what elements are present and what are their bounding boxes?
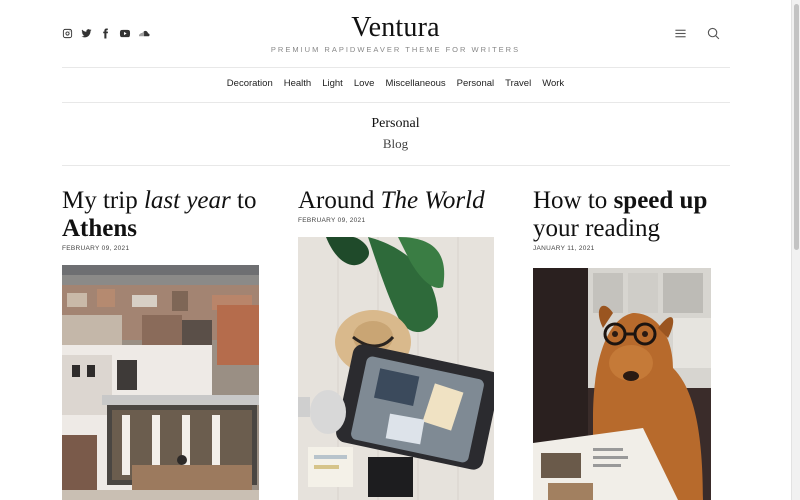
header-divider	[62, 67, 730, 68]
nav-item-miscellaneous[interactable]: Miscellaneous	[385, 78, 445, 89]
post-title-bold[interactable]: speed up	[614, 187, 708, 214]
nav-item-light[interactable]: Light	[322, 78, 343, 89]
site-brand[interactable]: Ventura PREMIUM RAPIDWEAVER THEME FOR WR…	[0, 13, 791, 55]
post-title[interactable]: My trip last year to Athens	[62, 187, 282, 243]
post-title-text[interactable]: Around	[298, 187, 381, 214]
search-icon[interactable]	[707, 27, 720, 40]
post-title-italic[interactable]: last year	[144, 187, 231, 214]
nav-item-health[interactable]: Health	[284, 78, 311, 89]
section-title: Personal	[371, 116, 420, 131]
suitcase-flatlay-photo[interactable]	[298, 237, 494, 500]
post-title-text[interactable]: to	[231, 187, 256, 214]
nav-item-love[interactable]: Love	[354, 78, 375, 89]
post-title[interactable]: How to speed up your reading	[533, 187, 753, 243]
page-scrollbar[interactable]	[791, 0, 800, 500]
site-title[interactable]: Ventura	[0, 13, 791, 43]
post-title-bold[interactable]: Athens	[62, 215, 137, 242]
post-title-text[interactable]: My trip	[62, 187, 144, 214]
dog-with-glasses-photo[interactable]	[533, 268, 711, 500]
header-tools	[674, 27, 720, 40]
category-nav: Decoration Health Light Love Miscellaneo…	[0, 78, 791, 89]
post-title-text[interactable]: How to	[533, 187, 614, 214]
nav-item-work[interactable]: Work	[542, 78, 564, 89]
post-card[interactable]: Around The World FEBRUARY 09, 2021	[298, 187, 518, 500]
nav-item-decoration[interactable]: Decoration	[227, 78, 273, 89]
section-subtitle: Blog	[382, 136, 409, 151]
city-rooftops-photo[interactable]	[62, 265, 259, 500]
site-header: Ventura PREMIUM RAPIDWEAVER THEME FOR WR…	[0, 0, 791, 66]
scrollbar-thumb[interactable]	[794, 4, 799, 250]
post-date: FEBRUARY 09, 2021	[298, 217, 366, 224]
post-date: FEBRUARY 09, 2021	[62, 245, 130, 252]
post-title[interactable]: Around The World	[298, 187, 518, 215]
post-title-text[interactable]: your reading	[533, 215, 660, 242]
section-header: Personal Blog	[0, 116, 791, 152]
post-date: JANUARY 11, 2021	[533, 245, 595, 252]
site-tagline: PREMIUM RAPIDWEAVER THEME FOR WRITERS	[270, 45, 521, 54]
post-card[interactable]: My trip last year to Athens FEBRUARY 09,…	[62, 187, 282, 500]
nav-divider	[62, 102, 730, 103]
nav-item-travel[interactable]: Travel	[505, 78, 531, 89]
post-card[interactable]: How to speed up your reading JANUARY 11, …	[533, 187, 753, 500]
menu-icon[interactable]	[674, 27, 687, 40]
nav-item-personal[interactable]: Personal	[457, 78, 495, 89]
post-title-italic[interactable]: The World	[381, 187, 485, 214]
section-divider	[62, 165, 730, 166]
